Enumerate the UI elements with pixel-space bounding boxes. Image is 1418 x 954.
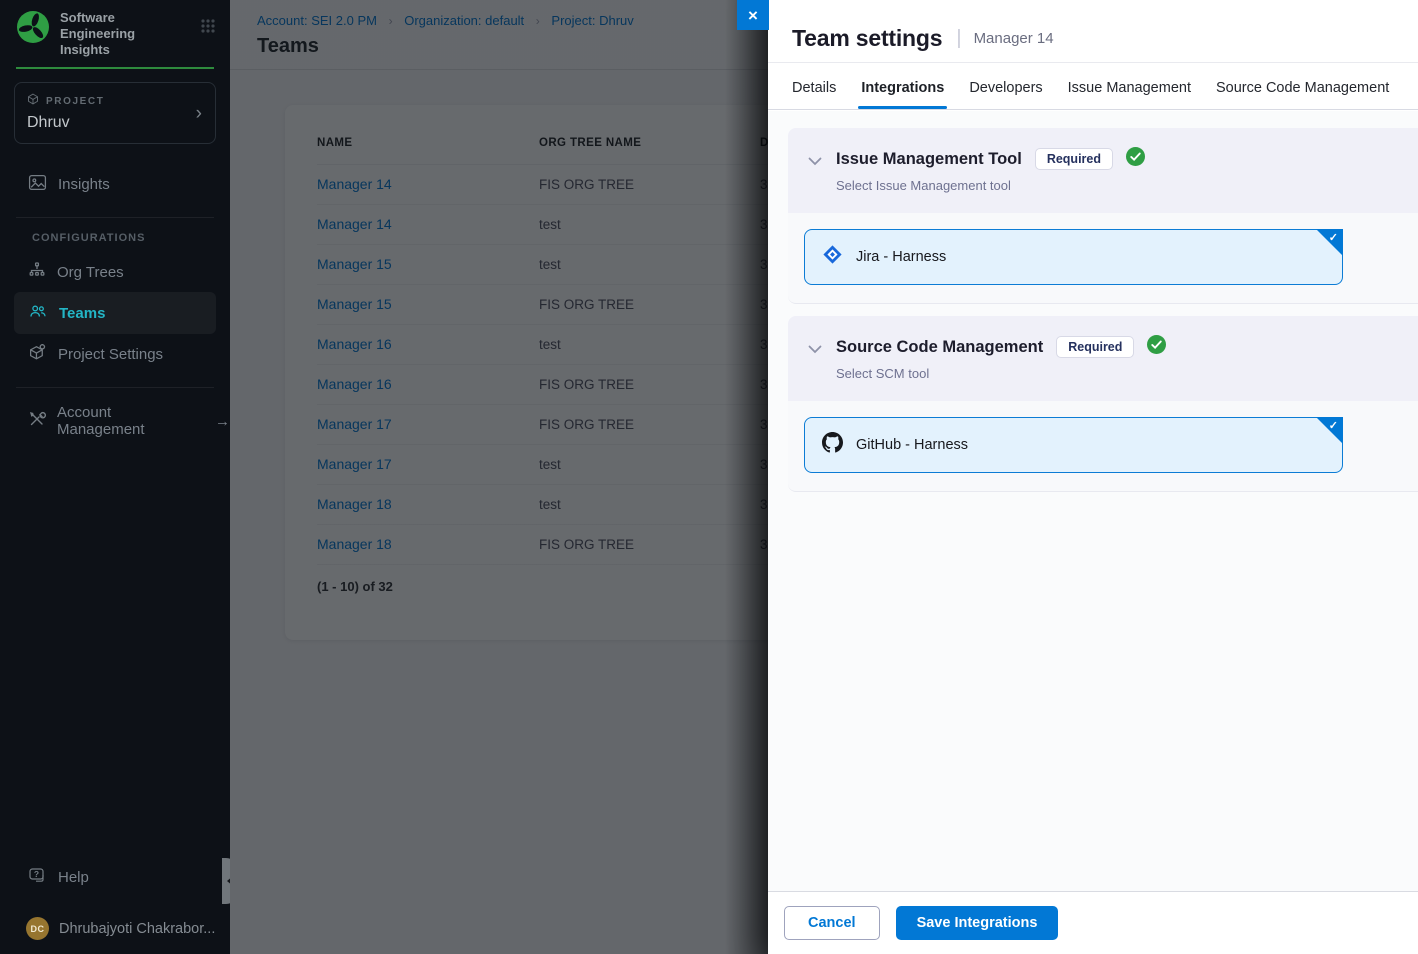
integration-label: GitHub - Harness [856, 437, 968, 453]
sidebar-item-label: Project Settings [58, 346, 163, 363]
accordion-body: Jira - Harness ✓ [788, 213, 1418, 303]
chevron-right-icon: › [196, 103, 202, 125]
app-root: Software Engineering Insights PROJECT [0, 0, 1418, 954]
accordion-header[interactable]: Source Code Management Required Select S… [788, 316, 1418, 401]
drawer-tabs: Details Integrations Developers Issue Ma… [768, 63, 1418, 110]
sidebar-item-org-trees[interactable]: Org Trees [0, 252, 230, 292]
chevron-down-icon [808, 153, 822, 193]
check-circle-icon [1147, 335, 1166, 359]
drawer-subtitle: Manager 14 [974, 30, 1054, 47]
required-badge: Required [1035, 148, 1113, 170]
tools-icon [28, 410, 46, 432]
section-subtitle: Select Issue Management tool [836, 178, 1145, 193]
sidebar-item-label: Teams [59, 305, 105, 322]
drawer-close-button[interactable]: × [737, 0, 769, 30]
sidebar-item-account-management[interactable]: Account Management → [0, 401, 230, 441]
accordion-header[interactable]: Issue Management Tool Required Select Is… [788, 128, 1418, 213]
title-separator: | [956, 27, 961, 50]
tab-integrations[interactable]: Integrations [861, 80, 944, 109]
modal-dim-overlay[interactable] [230, 0, 768, 954]
tab-source-code-management[interactable]: Source Code Management [1216, 80, 1389, 109]
sidebar-item-teams[interactable]: Teams [14, 292, 216, 334]
integration-card-github[interactable]: GitHub - Harness ✓ [804, 417, 1343, 473]
box-gear-icon [28, 343, 47, 366]
hierarchy-icon [28, 261, 46, 283]
integration-label: Jira - Harness [856, 249, 946, 265]
project-selector[interactable]: PROJECT Dhruv › [14, 82, 216, 144]
cancel-button[interactable]: Cancel [784, 906, 880, 940]
user-menu[interactable]: DC Dhrubajyoti Chakrabor... [0, 917, 230, 940]
accordion-body: GitHub - Harness ✓ [788, 401, 1418, 491]
svg-text:?: ? [34, 869, 39, 879]
project-label: PROJECT [46, 96, 104, 107]
section-title: Issue Management Tool [836, 150, 1022, 169]
arrow-right-icon: → [215, 413, 230, 430]
chat-question-icon: ? [28, 866, 47, 889]
project-name: Dhruv [27, 114, 203, 132]
people-icon [28, 301, 48, 325]
drawer-footer: Cancel Save Integrations [768, 891, 1418, 954]
sidebar-item-insights[interactable]: Insights [0, 164, 230, 204]
section-issue-management-tool: Issue Management Tool Required Select Is… [788, 128, 1418, 304]
chevron-down-icon [808, 341, 822, 381]
avatar: DC [26, 917, 49, 940]
tab-issue-management[interactable]: Issue Management [1068, 80, 1191, 109]
drawer-title: Team settings [792, 25, 942, 52]
jira-icon [822, 244, 843, 270]
sei-logo-icon [16, 10, 50, 49]
section-source-code-management: Source Code Management Required Select S… [788, 316, 1418, 492]
required-badge: Required [1056, 336, 1134, 358]
sidebar-item-project-settings[interactable]: Project Settings [0, 334, 230, 374]
check-circle-icon [1126, 147, 1145, 171]
integration-card-jira[interactable]: Jira - Harness ✓ [804, 229, 1343, 285]
github-icon [822, 432, 843, 458]
divider [16, 217, 214, 218]
app-grid-icon[interactable] [200, 18, 216, 39]
logo-underline [16, 67, 214, 69]
cube-icon [27, 92, 39, 110]
section-title: Source Code Management [836, 338, 1043, 357]
tab-details[interactable]: Details [792, 80, 836, 109]
image-icon [28, 173, 47, 196]
check-icon: ✓ [1329, 231, 1338, 244]
sidebar-item-label: Account Management [57, 404, 198, 438]
drawer-header: Team settings | Manager 14 [768, 0, 1418, 63]
user-name: Dhrubajyoti Chakrabor... [59, 921, 215, 937]
sidebar-item-help[interactable]: ? Help [0, 857, 230, 897]
tab-developers[interactable]: Developers [969, 80, 1042, 109]
configurations-heading: CONFIGURATIONS [0, 232, 230, 244]
check-icon: ✓ [1329, 419, 1338, 432]
divider [16, 387, 214, 388]
sidebar-item-label: Help [58, 869, 89, 886]
sidebar-item-label: Insights [58, 176, 110, 193]
save-integrations-button[interactable]: Save Integrations [896, 906, 1059, 940]
drawer-content: Issue Management Tool Required Select Is… [768, 111, 1418, 891]
section-subtitle: Select SCM tool [836, 366, 1166, 381]
sidebar: Software Engineering Insights PROJECT [0, 0, 230, 954]
app-title: Software Engineering Insights [60, 10, 172, 58]
team-settings-drawer: Team settings | Manager 14 Details Integ… [768, 0, 1418, 954]
sidebar-item-label: Org Trees [57, 264, 124, 281]
